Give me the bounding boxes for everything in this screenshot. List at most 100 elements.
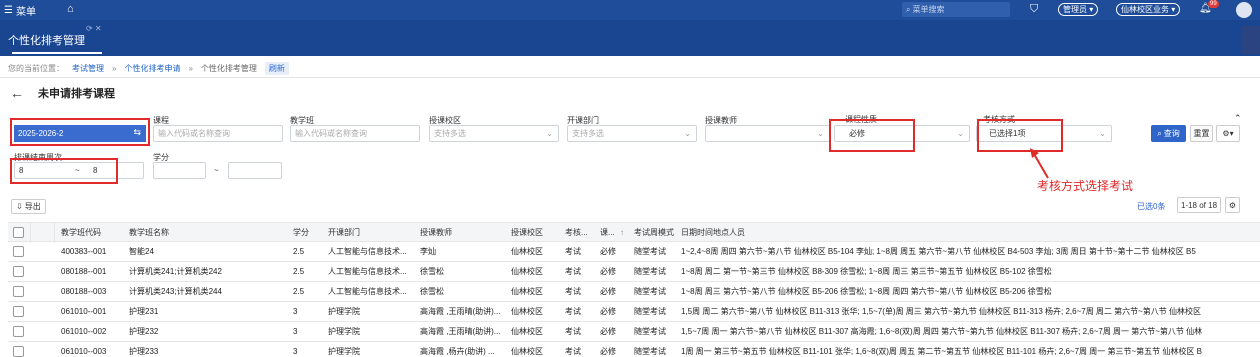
table-cell: 考试 [565,267,581,276]
row-checkbox[interactable] [13,346,24,357]
breadcrumb-item-exam-management[interactable]: 考试管理 [72,63,104,74]
table-cell: 护理学院 [328,327,360,336]
column-header[interactable]: 考核... [565,223,595,243]
table-cell: 仙林校区 [511,307,543,316]
column-header[interactable]: 日期时间地点人员 [681,223,1241,243]
reset-button[interactable]: 重置 [1190,125,1213,142]
dept-select[interactable]: 支持多选 ⌄ [567,125,697,142]
teacher-select[interactable]: ⌄ [705,125,830,142]
table-row[interactable]: 061010--002 护理232 3 护理学院 高海霞 ,王雨晴(助讲)... 仙林校区… [8,322,1260,342]
table-cell: 2.5 [293,247,305,256]
menu-button[interactable]: ☰ 菜单 [4,3,36,18]
table-cell: 080188--003 [61,287,107,296]
credit-to-input[interactable] [228,162,282,179]
table-cell: 随堂考试 [634,347,666,356]
annotation-text: 考核方式选择考试 [1037,179,1134,193]
page-header: ← 未申请排考课程 [10,85,115,101]
row-checkbox[interactable] [13,306,24,317]
refresh-button[interactable]: 刷新 [264,62,289,75]
table-row[interactable]: 080188--001 计算机类241;计算机类242 2.5 人工智能与信息技术..… [8,262,1260,282]
back-arrow-icon[interactable]: ← [10,85,24,101]
column-header[interactable]: 教学班代码 [61,223,127,243]
collapse-filters-icon[interactable]: ⌃ [1234,113,1242,124]
breadcrumb-item-apply[interactable]: 个性化排考申请 [124,63,180,74]
table-cell: 智能24 [129,247,154,256]
tab-refresh-close-icon[interactable]: ⟳ ✕ [86,24,102,33]
table-cell: 必修 [600,347,616,356]
export-label: 导出 [24,202,41,211]
role-dropdown[interactable]: 管理员 ▾ [1058,3,1099,16]
sort-arrow-icon[interactable]: ↑ [620,223,628,243]
highlight-box-nature [829,119,915,152]
table-cell: 1~8周 周二 第一节~第三节 仙林校区 B8-309 徐雪松; 1~8周 周三… [681,267,1052,276]
class-input[interactable]: 输入代码或名称查询 [290,125,420,142]
selected-count[interactable]: 已选0条 [1137,201,1165,212]
chevron-down-icon: ▾ [1229,129,1234,138]
table-cell: 1,5~7周 周一 第六节~第八节 仙林校区 B11-307 高海霞; 1,6~… [681,327,1203,336]
column-header[interactable]: 课... [600,223,620,243]
query-label: 查询 [1163,129,1180,138]
table-cell: 061010--002 [61,327,107,336]
page-title: 未申请排考课程 [38,88,115,100]
chevron-down-icon: ⌄ [684,129,691,138]
table-cell: 仙林校区 [511,287,543,296]
table-cell: 徐雪松 [420,267,444,276]
table-cell: 高海霞 ,王雨晴(助讲)... [420,327,501,336]
table-cell: 3 [293,307,298,316]
row-checkbox[interactable] [13,286,24,297]
table-row[interactable]: 061010--003 护理233 3 护理学院 高海霞 ,杨卉(助讲) ... 仙林校区… [8,342,1260,357]
hamburger-icon: ☰ [4,5,13,16]
settings-dropdown-button[interactable]: ⚙ ▾ [1216,125,1240,142]
column-header[interactable]: 学分 [293,223,323,243]
table-cell: 2.5 [293,267,305,276]
column-header[interactable]: 教学班名称 [129,223,289,243]
avatar[interactable] [1236,2,1252,18]
divider [0,77,1260,78]
table-cell: 仙林校区 [511,327,543,336]
menu-search-input[interactable]: ⌕ 菜单搜索 [902,2,1010,17]
home-icon[interactable]: ⌂ [67,3,74,15]
theme-icon[interactable]: ⛉ [1030,3,1038,16]
notification-badge: 99 [1208,0,1219,8]
column-header[interactable]: 授课校区 [511,223,561,243]
table-cell: 随堂考试 [634,307,666,316]
highlight-box-week [10,158,118,184]
table-row[interactable]: 080188--003 计算机类243;计算机类244 2.5 人工智能与信息技术..… [8,282,1260,302]
column-header[interactable]: 考试周模式 [634,223,679,243]
row-checkbox[interactable] [13,246,24,257]
course-input[interactable]: 输入代码或名称查询 [153,125,283,142]
tab-active-indicator [12,52,102,54]
menu-label: 菜单 [15,7,36,18]
side-panel-handle[interactable] [1242,26,1260,54]
table-row[interactable]: 061010--001 护理231 3 护理学院 高海霞 ,王雨晴(助讲)... 仙林校区… [8,302,1260,322]
table-cell: 计算机类241;计算机类242 [129,267,222,276]
export-button[interactable]: ⇩ 导出 [11,199,46,214]
tab-personalized-exam[interactable]: 个性化排考管理 [8,32,85,48]
range-separator: ~ [214,166,219,175]
campus-select[interactable]: 支持多选 ⌄ [429,125,559,142]
column-header[interactable]: 授课教师 [420,223,508,243]
query-button[interactable]: ⌕ 查询 [1151,125,1186,142]
table-cell: 3 [293,327,298,336]
table-cell: 1,5周 周二 第六节~第八节 仙林校区 B11-313 张华; 1,5~7(单… [681,307,1202,316]
column-header[interactable]: 开课部门 [328,223,418,243]
row-checkbox[interactable] [13,266,24,277]
table-cell: 061010--003 [61,347,107,356]
pagination-dropdown[interactable]: 1-18 of 18 [1177,197,1221,213]
table-cell: 必修 [600,307,616,316]
table-cell: 护理学院 [328,307,360,316]
credit-from-input[interactable] [153,162,206,179]
table-cell: 必修 [600,247,616,256]
table-row[interactable]: 400383--001 智能24 2.5 人工智能与信息技术... 李灿 仙林校区 考试 必修… [8,242,1260,262]
campus-business-dropdown[interactable]: 仙林校区业务 ▾ [1116,3,1181,16]
row-checkbox[interactable] [13,326,24,337]
select-all-checkbox[interactable] [13,227,24,238]
table-cell: 1~8周 周三 第六节~第八节 仙林校区 B5-206 徐雪松; 1~8周 周四… [681,287,1052,296]
table-cell: 1周 周一 第三节~第五节 仙林校区 B11-101 张华; 1,6~8(双)周… [681,347,1202,356]
gear-icon[interactable]: ⚙ [1225,197,1240,213]
table-cell: 061010--001 [61,307,107,316]
highlight-box-term [10,118,150,146]
search-placeholder: 菜单搜索 [912,5,945,14]
table-cell: 李灿 [420,247,436,256]
table-cell: 护理学院 [328,347,360,356]
